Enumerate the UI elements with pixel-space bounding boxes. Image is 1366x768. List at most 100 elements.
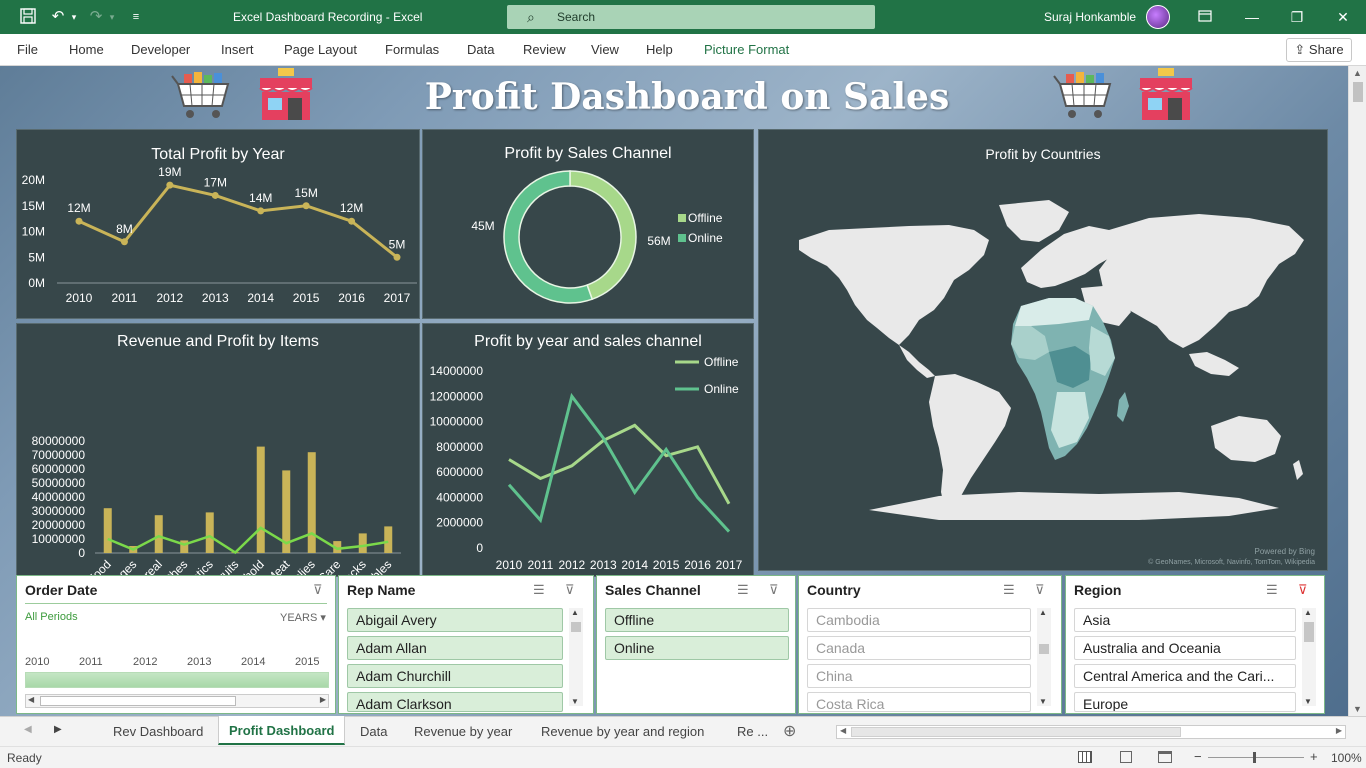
timeline-year-label[interactable]: 2010 bbox=[25, 656, 49, 668]
horizontal-scrollbar[interactable]: ◀ ▶ bbox=[836, 725, 1346, 739]
ribbon-display-icon[interactable] bbox=[1193, 6, 1217, 28]
timeline-year-label[interactable]: 2014 bbox=[241, 656, 265, 668]
sheet-tab[interactable]: Rev Dashboard bbox=[113, 724, 203, 739]
page-layout-icon[interactable] bbox=[1120, 751, 1132, 763]
restore-icon[interactable]: ❐ bbox=[1285, 6, 1309, 28]
scroll-thumb[interactable] bbox=[571, 622, 581, 632]
scroll-thumb[interactable] bbox=[1039, 644, 1049, 654]
clear-filter-icon[interactable]: ⊽ bbox=[565, 582, 575, 598]
slicer-scrollbar[interactable]: ▲ ▼ bbox=[1302, 608, 1316, 706]
sales-channel-chart[interactable]: Profit by Sales Channel 45M 56M Offline Onl… bbox=[422, 129, 754, 319]
close-icon[interactable]: ✕ bbox=[1331, 6, 1355, 28]
share-button[interactable]: ⇪ Share bbox=[1286, 38, 1352, 62]
order-date-timeline[interactable]: Order Date ⊽ All Periods YEARS ▾ 2010 201… bbox=[16, 575, 336, 714]
customize-toolbar-icon[interactable]: ≡ bbox=[126, 8, 146, 26]
scroll-up-icon[interactable]: ▲ bbox=[1304, 608, 1312, 617]
tab-home[interactable]: Home bbox=[69, 42, 104, 57]
scroll-right-icon[interactable]: ▶ bbox=[1336, 726, 1342, 735]
zoom-in-icon[interactable]: + bbox=[1310, 749, 1318, 764]
sales-channel-slicer[interactable]: Sales Channel ☰ ⊽ Offline Online bbox=[596, 575, 796, 714]
slicer-item[interactable]: Adam Allan bbox=[347, 636, 563, 660]
zoom-level[interactable]: 100% bbox=[1331, 751, 1362, 765]
time-level-dropdown[interactable]: YEARS ▾ bbox=[280, 611, 326, 624]
scroll-up-icon[interactable]: ▲ bbox=[571, 608, 579, 617]
sheet-tab[interactable]: Revenue by year bbox=[414, 724, 512, 739]
tab-insert[interactable]: Insert bbox=[221, 42, 254, 57]
normal-view-icon[interactable] bbox=[1078, 751, 1092, 763]
slicer-item[interactable]: Offline bbox=[605, 608, 789, 632]
rep-name-slicer[interactable]: Rep Name ☰ ⊽ Abigail Avery Adam Allan Ad… bbox=[338, 575, 594, 714]
next-sheet-icon[interactable]: ▶ bbox=[54, 724, 62, 735]
scroll-down-icon[interactable]: ▼ bbox=[1304, 697, 1312, 706]
zoom-slider[interactable] bbox=[1208, 757, 1304, 758]
slicer-item[interactable]: Australia and Oceania bbox=[1074, 636, 1296, 660]
tab-view[interactable]: View bbox=[591, 42, 619, 57]
tab-review[interactable]: Review bbox=[523, 42, 566, 57]
slicer-scrollbar[interactable]: ▲ ▼ bbox=[1037, 608, 1051, 706]
clear-filter-icon[interactable]: ⊽ bbox=[769, 582, 779, 598]
scroll-down-icon[interactable]: ▼ bbox=[1353, 704, 1362, 714]
tab-picture-format[interactable]: Picture Format bbox=[704, 42, 789, 57]
sheet-tab[interactable]: Re ... bbox=[737, 724, 768, 739]
prev-sheet-icon[interactable]: ◀ bbox=[24, 724, 32, 735]
search-input[interactable]: ⌕ Search bbox=[507, 5, 875, 29]
timeline-selection-bar[interactable] bbox=[25, 672, 329, 688]
user-name[interactable]: Suraj Honkamble bbox=[1044, 10, 1136, 24]
scroll-thumb[interactable] bbox=[851, 727, 1181, 737]
scroll-left-icon[interactable]: ◀ bbox=[28, 695, 34, 704]
multi-select-icon[interactable]: ☰ bbox=[737, 582, 749, 598]
region-slicer[interactable]: Region ☰ ⊽ Asia Australia and Oceania Ce… bbox=[1065, 575, 1325, 714]
countries-map-chart[interactable]: Profit by Countries Powered by Bing © Ge… bbox=[758, 129, 1328, 571]
scroll-up-icon[interactable]: ▲ bbox=[1353, 68, 1362, 78]
clear-filter-icon[interactable]: ⊽ bbox=[313, 582, 323, 598]
scroll-up-icon[interactable]: ▲ bbox=[1039, 608, 1047, 617]
year-channel-chart[interactable]: Profit by year and sales channel 1400000… bbox=[422, 323, 754, 577]
slicer-item[interactable]: Canada bbox=[807, 636, 1031, 660]
slicer-item[interactable]: Abigail Avery bbox=[347, 608, 563, 632]
clear-filter-icon[interactable]: ⊽ bbox=[1035, 582, 1045, 598]
tab-file[interactable]: File bbox=[17, 42, 38, 57]
total-profit-chart[interactable]: Total Profit by Year 20M 15M 10M 5M 0M 12M 201… bbox=[16, 129, 420, 319]
tab-developer[interactable]: Developer bbox=[131, 42, 190, 57]
undo-dropdown-icon[interactable]: ▾ bbox=[64, 8, 84, 26]
save-icon[interactable] bbox=[18, 8, 38, 26]
scroll-down-icon[interactable]: ▼ bbox=[1039, 697, 1047, 706]
scroll-thumb[interactable] bbox=[40, 696, 236, 706]
scroll-thumb[interactable] bbox=[1304, 622, 1314, 642]
zoom-slider-thumb[interactable] bbox=[1253, 752, 1256, 763]
scroll-left-icon[interactable]: ◀ bbox=[840, 726, 846, 735]
slicer-item[interactable]: Europe bbox=[1074, 692, 1296, 712]
slicer-item[interactable]: Cambodia bbox=[807, 608, 1031, 632]
scroll-thumb[interactable] bbox=[1353, 82, 1363, 102]
slicer-item[interactable]: Online bbox=[605, 636, 789, 660]
slicer-item[interactable]: China bbox=[807, 664, 1031, 688]
sheet-tab[interactable]: Revenue by year and region bbox=[541, 724, 704, 739]
sheet-tab-active[interactable]: Profit Dashboard bbox=[218, 716, 346, 745]
country-slicer[interactable]: Country ☰ ⊽ Cambodia Canada China Costa … bbox=[798, 575, 1062, 714]
slicer-item[interactable]: Adam Clarkson bbox=[347, 692, 563, 712]
scroll-right-icon[interactable]: ▶ bbox=[320, 695, 326, 704]
slicer-item[interactable]: Adam Churchill bbox=[347, 664, 563, 688]
multi-select-icon[interactable]: ☰ bbox=[1003, 582, 1015, 598]
multi-select-icon[interactable]: ☰ bbox=[1266, 582, 1278, 598]
tab-formulas[interactable]: Formulas bbox=[385, 42, 439, 57]
zoom-out-icon[interactable]: − bbox=[1194, 749, 1202, 764]
avatar[interactable] bbox=[1146, 5, 1170, 29]
timeline-year-label[interactable]: 2011 bbox=[79, 656, 103, 668]
tab-help[interactable]: Help bbox=[646, 42, 673, 57]
minimize-icon[interactable]: — bbox=[1240, 6, 1264, 28]
timeline-scrollbar[interactable]: ◀ ▶ bbox=[25, 694, 329, 708]
redo-dropdown-icon[interactable]: ▾ bbox=[102, 8, 122, 26]
slicer-item[interactable]: Costa Rica bbox=[807, 692, 1031, 712]
add-sheet-icon[interactable]: ⊕ bbox=[783, 721, 796, 741]
timeline-year-label[interactable]: 2015 bbox=[295, 656, 319, 668]
slicer-item[interactable]: Asia bbox=[1074, 608, 1296, 632]
slicer-item[interactable]: Central America and the Cari... bbox=[1074, 664, 1296, 688]
sheet-vertical-scrollbar[interactable]: ▲ ▼ bbox=[1348, 66, 1366, 716]
slicer-scrollbar[interactable]: ▲ ▼ bbox=[569, 608, 583, 706]
tab-data[interactable]: Data bbox=[467, 42, 494, 57]
scroll-down-icon[interactable]: ▼ bbox=[571, 697, 579, 706]
timeline-year-label[interactable]: 2013 bbox=[187, 656, 211, 668]
items-chart[interactable]: Revenue and Profit by Items 80000000 7000… bbox=[16, 323, 420, 578]
page-break-icon[interactable] bbox=[1158, 751, 1172, 763]
